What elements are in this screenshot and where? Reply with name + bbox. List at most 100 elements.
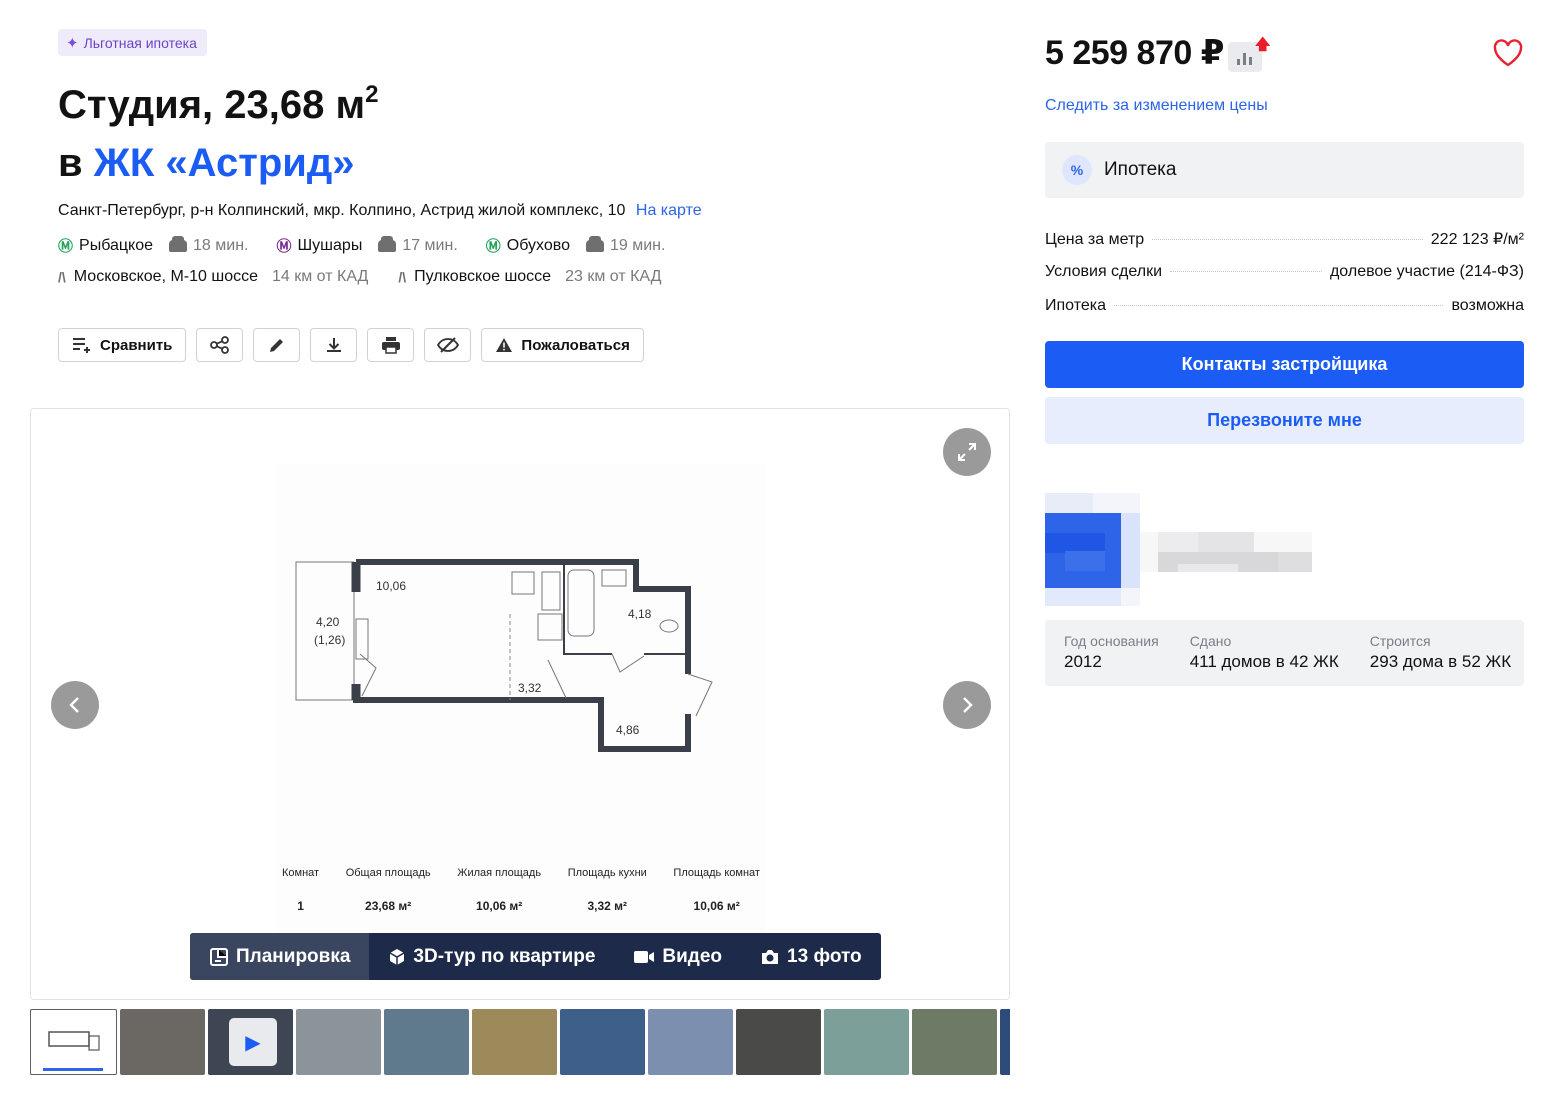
media-tabs: Планировка 3D-тур по квартире Видео 13 ф…	[190, 933, 881, 980]
price: 5 259 870 ₽	[1045, 34, 1224, 72]
plan-icon	[210, 947, 228, 966]
road-distance: 14 км от КАД	[271, 268, 369, 285]
building-value: 293 дома в 52 ЖК	[1369, 652, 1512, 671]
metro-station[interactable]: Ⓜ Шушары 17 мин.	[277, 235, 458, 256]
complex-link[interactable]: ЖК «Астрид»	[94, 141, 355, 185]
hide-button[interactable]	[424, 328, 472, 362]
camera-icon	[762, 949, 779, 964]
metro-icon: Ⓜ	[58, 238, 74, 255]
prop-value: 222 123 ₽/м²	[1430, 231, 1524, 248]
floor-plan: 10,06 4,20 (1,26) 4,18 3,32 4,86	[276, 464, 766, 934]
road-item: /\ Московское, М-10 шоссе 14 км от КАД	[58, 268, 368, 286]
thumbnail-strip: ▶	[30, 1009, 1010, 1075]
action-toolbar: Сравнить Пожаловаться	[58, 328, 644, 362]
metro-icon: Ⓜ	[276, 238, 292, 255]
chevron-left-icon	[69, 697, 79, 713]
share-button[interactable]	[196, 328, 244, 362]
leader-dots	[1170, 271, 1322, 272]
mortgage-label: Ипотека	[1104, 159, 1177, 180]
favorite-button[interactable]	[1492, 38, 1524, 73]
leader-dots	[1114, 305, 1444, 306]
media-gallery: 10,06 4,20 (1,26) 4,18 3,32 4,86 Комнат 1…	[30, 408, 1010, 1000]
photo-thumbnail[interactable]	[384, 1009, 469, 1075]
metro-time: 19 мин.	[610, 236, 666, 254]
map-link[interactable]: На карте	[636, 202, 702, 219]
tab-plan[interactable]: Планировка	[190, 933, 370, 980]
watch-price-link[interactable]: Следить за изменением цены	[1045, 97, 1268, 115]
metro-time: 18 мин.	[193, 236, 249, 254]
plan-thumbnail[interactable]	[30, 1009, 117, 1075]
stat-label: Жилая площадь	[457, 867, 542, 879]
room-area-balcony-reduced: (1,26)	[314, 633, 345, 647]
page-title: Студия, 23,68 м2 в ЖК «Астрид»	[58, 66, 378, 192]
founded-value: 2012	[1064, 652, 1102, 671]
room-area-living: 10,06	[376, 579, 406, 593]
photo-thumbnail[interactable]	[648, 1009, 733, 1075]
share-icon	[210, 336, 229, 354]
photo-thumbnail[interactable]	[912, 1009, 997, 1075]
fullscreen-button[interactable]	[943, 428, 991, 476]
metro-station[interactable]: Ⓜ Рыбацкое 18 мин.	[58, 235, 249, 256]
tab-photos[interactable]: 13 фото	[741, 933, 881, 980]
room-area-bathroom: 4,18	[628, 607, 652, 621]
report-button[interactable]: Пожаловаться	[481, 328, 644, 362]
download-button[interactable]	[310, 328, 358, 362]
pencil-icon	[269, 339, 283, 352]
video-camera-icon	[634, 950, 655, 963]
prop-value: долевое участие (214-ФЗ)	[1329, 263, 1524, 280]
photo-thumbnail[interactable]	[120, 1009, 205, 1075]
photo-thumbnail[interactable]	[736, 1009, 821, 1075]
photo-thumbnail[interactable]	[296, 1009, 381, 1075]
mortgage-button[interactable]: % Ипотека	[1045, 142, 1524, 198]
tab-video-label: Видео	[662, 945, 723, 967]
road-list: /\ Московское, М-10 шоссе 14 км от КАД /…	[58, 268, 661, 286]
video-thumbnail[interactable]: ▶	[208, 1009, 293, 1075]
founded-label: Год основания	[1064, 633, 1159, 649]
preferential-mortgage-badge[interactable]: ✦ Льготная ипотека	[58, 29, 207, 56]
mini-plan-icon	[43, 1031, 103, 1071]
road-icon: /\	[398, 269, 407, 285]
metro-name: Обухово	[506, 236, 570, 254]
address: Санкт-Петербург, р-н Колпинский, мкр. Ко…	[58, 202, 702, 220]
title-prefix: в	[58, 141, 83, 185]
heart-icon	[1493, 39, 1523, 67]
callback-button[interactable]: Перезвоните мне	[1045, 397, 1524, 444]
founded-block: Год основания 2012	[1064, 633, 1159, 686]
building-block: Строится 293 дома в 52 ЖК	[1370, 633, 1511, 686]
badge-label: Льготная ипотека	[83, 34, 197, 51]
report-label: Пожаловаться	[521, 336, 630, 354]
prop-label: Условия сделки	[1045, 263, 1163, 280]
next-slide-button[interactable]	[943, 681, 991, 729]
photo-thumbnail[interactable]	[472, 1009, 557, 1075]
play-icon: ▶	[229, 1018, 277, 1066]
done-value: 411 домов в 42 ЖК	[1189, 652, 1339, 671]
photo-thumbnail[interactable]	[1000, 1009, 1010, 1075]
developer-name[interactable]	[1140, 532, 1312, 572]
prev-slide-button[interactable]	[51, 681, 99, 729]
car-icon	[378, 235, 397, 252]
tab-3d-tour[interactable]: 3D-тур по квартире	[369, 933, 614, 980]
stat-value: 10,06 м²	[693, 899, 740, 913]
prop-row: Ипотека возможна	[1045, 297, 1524, 331]
price-up-icon: 🡅	[1255, 36, 1271, 53]
photo-thumbnail[interactable]	[824, 1009, 909, 1075]
photo-thumbnail[interactable]	[560, 1009, 645, 1075]
developer-contacts-button[interactable]: Контакты застройщика	[1045, 341, 1524, 388]
offer-properties: Цена за метр 222 123 ₽/м² Условия сделки д…	[1045, 229, 1524, 331]
prop-label: Ипотека	[1045, 297, 1107, 314]
stat-rooms: Комнат 1	[282, 867, 319, 913]
title-sup: 2	[365, 81, 379, 108]
developer-logo[interactable]	[1045, 493, 1140, 606]
prop-row: Цена за метр 222 123 ₽/м²	[1045, 229, 1524, 263]
stat-room-area: Площадь комнат 10,06 м²	[673, 867, 760, 913]
room-area-kitchen: 3,32	[518, 681, 542, 695]
print-button[interactable]	[367, 328, 415, 362]
stat-living-area: Жилая площадь 10,06 м²	[457, 867, 541, 913]
metro-station[interactable]: Ⓜ Обухово 19 мин.	[486, 235, 666, 256]
room-area-hall: 4,86	[616, 723, 640, 737]
tab-video[interactable]: Видео	[614, 933, 741, 980]
road-distance: 23 км от КАД	[565, 268, 662, 285]
compare-button[interactable]: Сравнить	[58, 328, 187, 362]
sparkle-icon: ✦	[66, 34, 79, 52]
edit-button[interactable]	[253, 328, 301, 362]
